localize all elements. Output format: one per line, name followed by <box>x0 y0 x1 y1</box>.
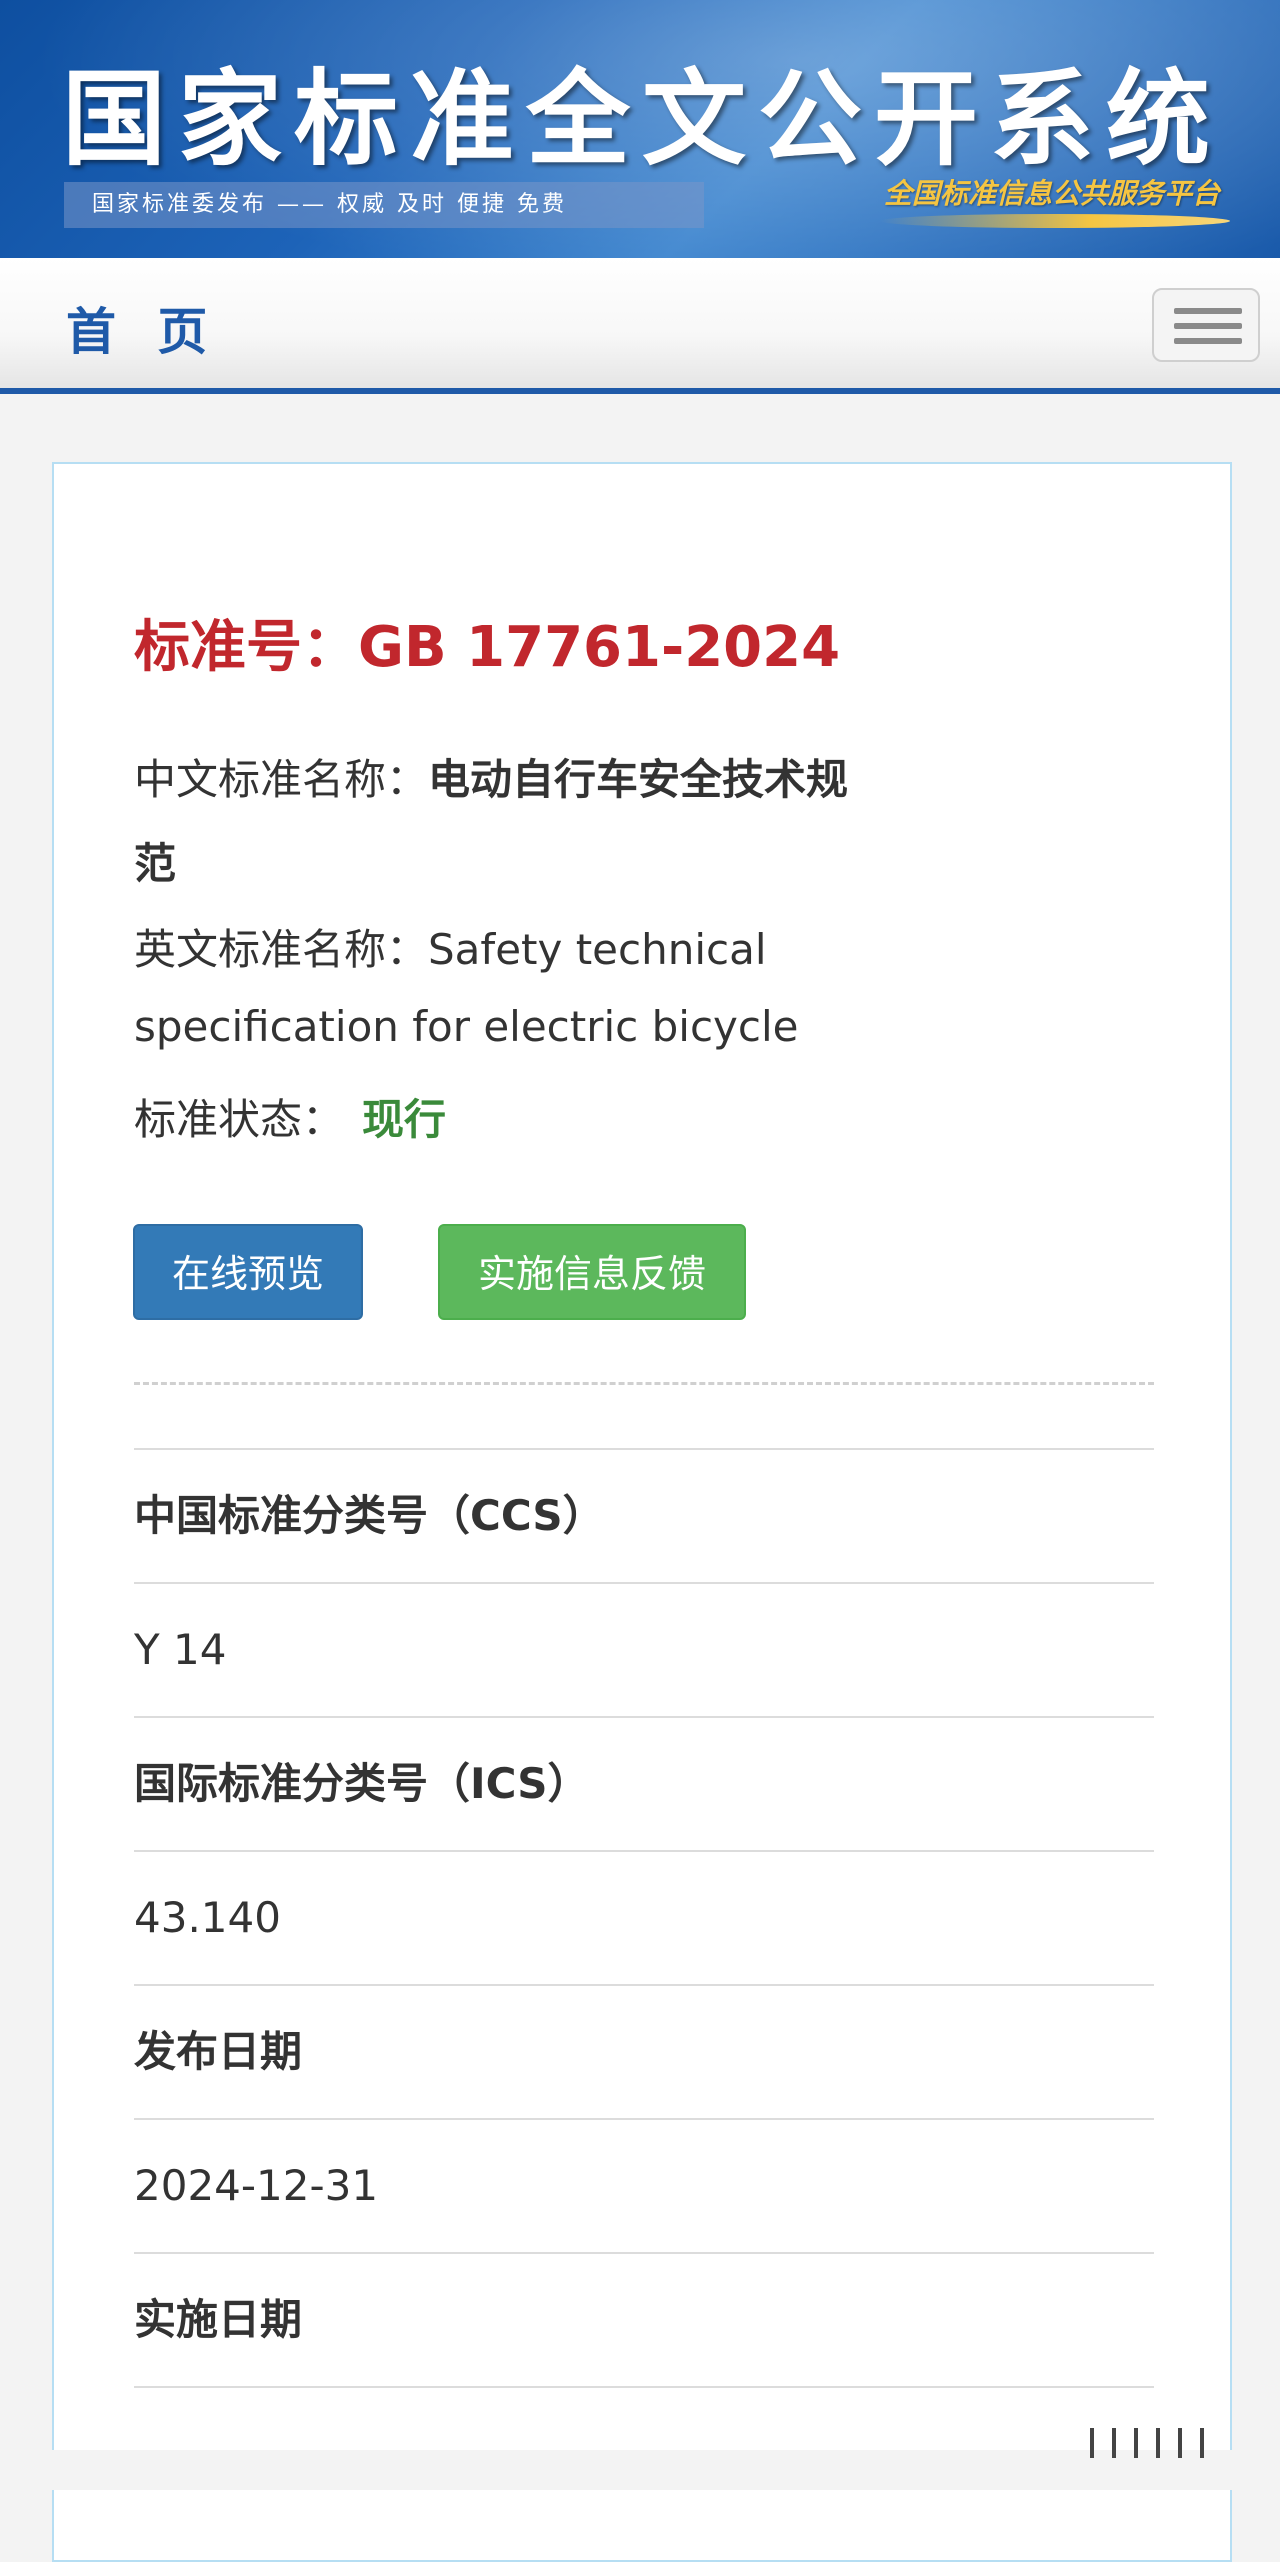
implementation-feedback-button[interactable]: 实施信息反馈 <box>438 1224 746 1320</box>
status-label: 标准状态： <box>134 1095 345 1144</box>
banner-title: 国家标准全文公开系统 <box>62 57 1223 180</box>
publish-date-label: 发布日期 <box>134 1984 1154 2118</box>
ccs-value: Y 14 <box>134 1582 1154 1716</box>
en-name-line-2: specification for electric bicycle <box>134 1002 799 1051</box>
standard-number-label: 标准号： <box>134 615 358 680</box>
ics-label: 国际标准分类号（ICS） <box>134 1716 1154 1850</box>
top-navbar: 首 页 <box>0 258 1280 394</box>
status-value: 现行 <box>362 1095 447 1144</box>
banner-subtitle: 国家标准委发布 —— 权威 及时 便捷 免费 <box>64 182 704 228</box>
cn-name-value-cont: 范 <box>134 839 177 888</box>
publish-date-value: 2024-12-31 <box>134 2118 1154 2252</box>
banner-slogan: 全国标准信息公共服务平台 <box>883 177 1220 210</box>
system-navigation-bar <box>0 2450 1280 2490</box>
standard-number-value: GB 17761-2024 <box>358 615 841 680</box>
standard-number: 标准号：GB 17761-2024 <box>134 602 840 683</box>
standard-detail-card: 标准号：GB 17761-2024 中文标准名称：电动自行车安全技术规 范 英文… <box>52 462 1232 2562</box>
cn-name-label: 中文标准名称： <box>134 755 429 804</box>
hamburger-menu-icon[interactable] <box>1152 288 1260 362</box>
cn-name-line-2: 范 <box>134 830 176 891</box>
site-banner: 国家标准全文公开系统 国家标准委发布 —— 权威 及时 便捷 免费 全国标准信息… <box>0 0 1280 258</box>
en-name-line: 英文标准名称：Safety technical <box>134 916 767 977</box>
cn-name-line: 中文标准名称：电动自行车安全技术规 <box>134 746 848 807</box>
en-name-label: 英文标准名称： <box>134 925 429 974</box>
scroll-indicator-icon <box>1090 2424 1240 2460</box>
ccs-label: 中国标准分类号（CCS） <box>134 1448 1154 1582</box>
banner-swoosh-decoration <box>880 214 1230 228</box>
nav-home-link[interactable]: 首 页 <box>66 292 219 364</box>
detail-list: 中国标准分类号（CCS） Y 14 国际标准分类号（ICS） 43.140 发布… <box>134 1448 1154 2520</box>
en-name-value: Safety technical <box>428 925 767 974</box>
online-preview-button[interactable]: 在线预览 <box>133 1224 363 1320</box>
cn-name-value: 电动自行车安全技术规 <box>428 755 849 804</box>
effective-date-label: 实施日期 <box>134 2252 1154 2386</box>
en-name-value-cont: specification for electric bicycle <box>134 1002 799 1051</box>
dashed-divider <box>134 1382 1154 1385</box>
status-line: 标准状态： 现行 <box>134 1086 446 1147</box>
ics-value: 43.140 <box>134 1850 1154 1984</box>
